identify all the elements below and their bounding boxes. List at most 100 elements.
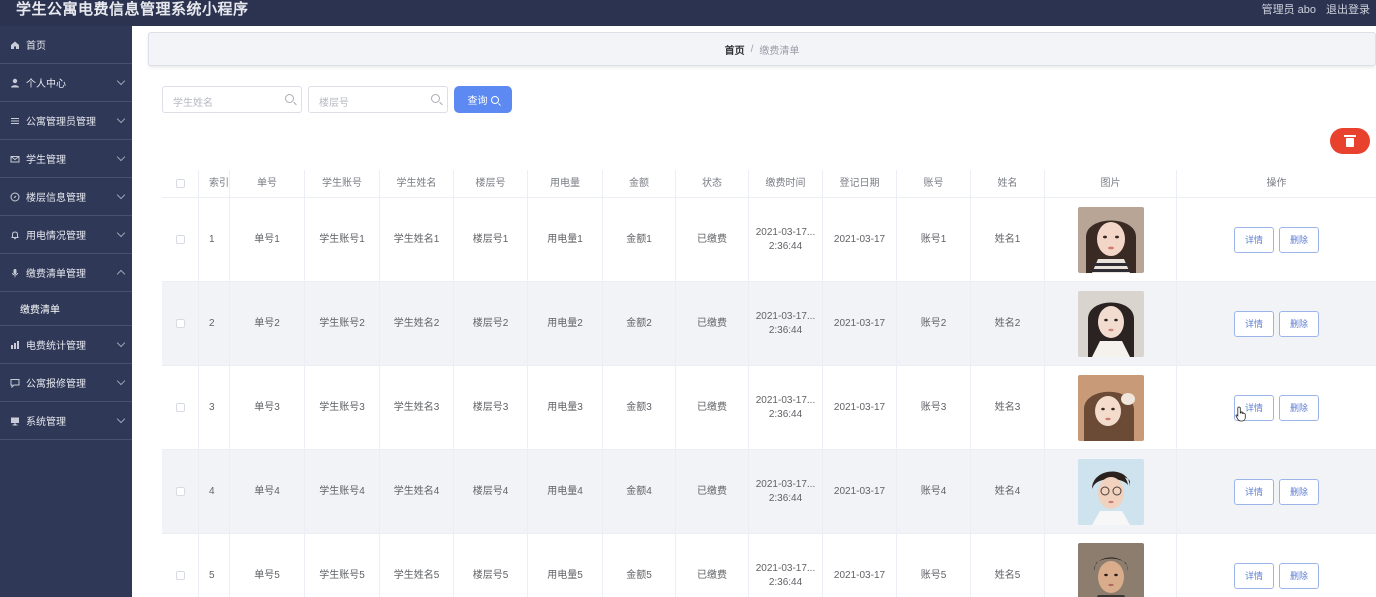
cell-status: 已缴费 (676, 282, 749, 365)
sidebar-item-label: 首页 (26, 41, 46, 52)
detail-button[interactable]: 详情 (1234, 562, 1274, 589)
breadcrumb: 首页 / 缴费清单 (148, 32, 1376, 66)
sidebar-item-repair-management[interactable]: 公寓报修管理 (0, 364, 132, 402)
breadcrumb-home[interactable]: 首页 (725, 42, 745, 57)
cell-pay-time: 2021-03-17... 2:36:44 (749, 198, 823, 281)
cell-usage: 用电量2 (528, 282, 603, 365)
pay-time: 2:36:44 (768, 408, 803, 420)
detail-button[interactable]: 详情 (1234, 226, 1274, 253)
query-button[interactable]: 查询 (454, 86, 512, 113)
cell-student-name: 学生姓名2 (380, 282, 454, 365)
sidebar-subitem-payment-list[interactable]: 缴费清单 (0, 292, 132, 326)
cell-amount: 金额3 (603, 366, 676, 449)
student-photo (1077, 290, 1144, 357)
breadcrumb-separator: / (750, 43, 754, 55)
main-content: 首页 / 缴费清单 学生姓名 楼层号 查询 索引 单号 学生账号 学生姓名 楼层… (132, 26, 1376, 597)
delete-button[interactable]: 删除 (1279, 394, 1319, 421)
row-select-cell (162, 282, 199, 365)
row-checkbox[interactable] (175, 235, 185, 244)
detail-button[interactable]: 详情 (1234, 478, 1274, 505)
cell-realname: 姓名3 (971, 366, 1045, 449)
cell-order: 单号5 (230, 534, 305, 597)
student-photo (1077, 374, 1144, 441)
cell-pay-time: 2021-03-17... 2:36:44 (749, 534, 823, 597)
mail-icon (10, 154, 20, 164)
cell-account: 账号2 (897, 282, 971, 365)
cell-order: 单号3 (230, 366, 305, 449)
delete-button[interactable]: 删除 (1279, 310, 1319, 337)
cell-usage: 用电量4 (528, 450, 603, 533)
row-checkbox[interactable] (175, 571, 185, 580)
delete-button[interactable]: 删除 (1279, 478, 1319, 505)
sidebar-item-home[interactable]: 首页 (0, 26, 132, 64)
batch-delete-button[interactable] (1330, 128, 1370, 154)
sidebar-item-admin-management[interactable]: 公寓管理员管理 (0, 102, 132, 140)
cell-register-date: 2021-03-17 (823, 534, 897, 597)
logout-link[interactable]: 退出登录 (1326, 1, 1370, 17)
sidebar-item-usage-management[interactable]: 用电情况管理 (0, 216, 132, 254)
cell-student-name: 学生姓名1 (380, 198, 454, 281)
top-bar: 学生公寓电费信息管理系统小程序 管理员 abo 退出登录 (0, 0, 1376, 26)
sidebar-item-payment-management[interactable]: 缴费清单管理 (0, 254, 132, 292)
table-row: 2 单号2 学生账号2 学生姓名2 楼层号2 用电量2 金额2 已缴费 2021… (162, 282, 1376, 366)
cell-status: 已缴费 (676, 534, 749, 597)
column-header: 索引 (199, 170, 230, 197)
column-header: 金额 (603, 170, 676, 197)
row-checkbox[interactable] (175, 487, 185, 496)
sidebar-item-system-management[interactable]: 系统管理 (0, 402, 132, 440)
query-button-label: 查询 (467, 96, 488, 107)
sidebar-item-personal-center[interactable]: 个人中心 (0, 64, 132, 102)
app-title: 学生公寓电费信息管理系统小程序 (16, 1, 249, 18)
chevron-down-icon (116, 114, 126, 124)
mic-icon (10, 268, 20, 278)
pay-date: 2021-03-17... (755, 478, 816, 490)
cell-usage: 用电量1 (528, 198, 603, 281)
sidebar-item-fee-statistics[interactable]: 电费统计管理 (0, 326, 132, 364)
search-icon (490, 95, 499, 104)
cell-floor: 楼层号3 (454, 366, 528, 449)
table-row: 4 单号4 学生账号4 学生姓名4 楼层号4 用电量4 金额4 已缴费 2021… (162, 450, 1376, 534)
select-all-checkbox[interactable] (175, 179, 185, 188)
user-label: 管理员 abo (1261, 4, 1316, 16)
cell-realname: 姓名5 (971, 534, 1045, 597)
person-icon (10, 78, 20, 88)
detail-button[interactable]: 详情 (1234, 310, 1274, 337)
chevron-down-icon (116, 152, 126, 162)
row-checkbox[interactable] (175, 319, 185, 328)
cell-student-account: 学生账号2 (305, 282, 380, 365)
sidebar-item-label: 楼层信息管理 (26, 193, 86, 204)
pay-time: 2:36:44 (768, 324, 803, 336)
delete-button[interactable]: 删除 (1279, 562, 1319, 589)
cell-realname: 姓名4 (971, 450, 1045, 533)
cell-student-account: 学生账号4 (305, 450, 380, 533)
row-checkbox[interactable] (175, 403, 185, 412)
pay-date: 2021-03-17... (755, 310, 816, 322)
select-all-cell (162, 170, 199, 197)
cell-student-name: 学生姓名5 (380, 534, 454, 597)
column-header: 用电量 (528, 170, 603, 197)
sidebar-item-student-management[interactable]: 学生管理 (0, 140, 132, 178)
student-photo (1077, 458, 1144, 525)
cell-photo (1045, 450, 1177, 533)
home-icon (10, 40, 20, 50)
sidebar: 首页 个人中心 公寓管理员管理 学生管理 楼层信息管理 用电情况管理 缴费清单管… (0, 26, 132, 597)
pay-date: 2021-03-17... (755, 394, 816, 406)
cell-pay-time: 2021-03-17... 2:36:44 (749, 450, 823, 533)
cell-index: 3 (199, 366, 230, 449)
student-name-search-input[interactable]: 学生姓名 (162, 86, 302, 113)
chevron-down-icon (116, 190, 126, 200)
chevron-down-icon (116, 76, 126, 86)
cell-student-name: 学生姓名3 (380, 366, 454, 449)
student-photo (1077, 542, 1144, 597)
breadcrumb-current: 缴费清单 (759, 45, 800, 57)
column-header: 楼层号 (454, 170, 528, 197)
row-select-cell (162, 534, 199, 597)
delete-button[interactable]: 删除 (1279, 226, 1319, 253)
cell-register-date: 2021-03-17 (823, 198, 897, 281)
sidebar-item-floor-management[interactable]: 楼层信息管理 (0, 178, 132, 216)
column-header: 操作 (1266, 177, 1287, 189)
floor-search-input[interactable]: 楼层号 (308, 86, 448, 113)
cell-photo (1045, 198, 1177, 281)
cell-realname: 姓名1 (971, 198, 1045, 281)
cell-amount: 金额5 (603, 534, 676, 597)
